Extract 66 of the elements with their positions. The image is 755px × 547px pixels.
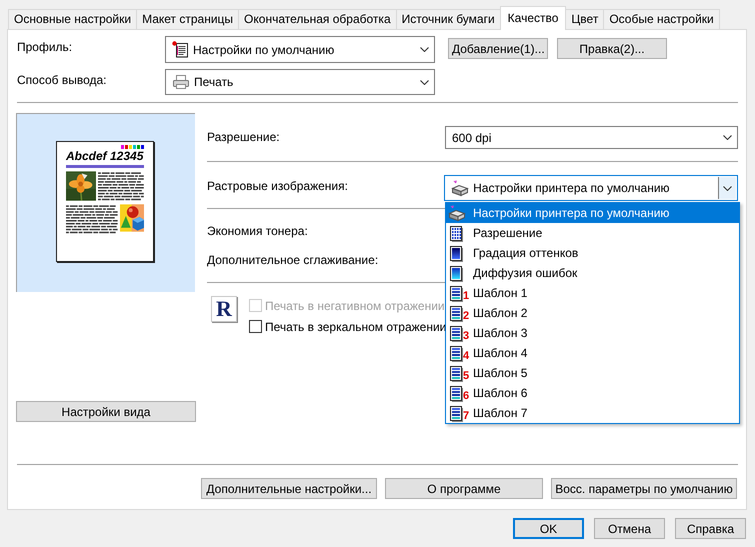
raster-dropdown[interactable]: Настройки принтера по умолчанию [444, 175, 738, 201]
dropdown-option[interactable]: 6 Шаблон 6 [446, 383, 739, 403]
text-lines-drawing [98, 171, 144, 201]
orientation-sample: R [211, 296, 237, 322]
gradient-icon [448, 244, 464, 262]
color-swatches-drawing [121, 145, 144, 149]
number-label: 4 [463, 350, 470, 362]
add-button[interactable]: Добавление(1)... [448, 38, 548, 59]
printer-icon [448, 204, 466, 222]
output-dropdown[interactable]: Печать [165, 69, 435, 95]
advanced-settings-button[interactable]: Дополнительные настройки... [201, 478, 377, 499]
dropdown-option[interactable]: Настройки принтера по умолчанию [446, 203, 739, 223]
document-icon [448, 284, 464, 302]
restore-defaults-button[interactable]: Восс. параметры по умолчанию [551, 478, 737, 499]
chevron-down-icon [723, 135, 732, 140]
dropdown-option[interactable]: 1 Шаблон 1 [446, 283, 739, 303]
checkbox[interactable] [249, 320, 262, 333]
document-icon [448, 324, 464, 342]
document-icon [448, 364, 464, 382]
number-label: 5 [463, 370, 470, 382]
chevron-down-icon [723, 186, 732, 190]
document-icon [448, 304, 464, 322]
edit-button[interactable]: Правка(2)... [557, 38, 667, 59]
cancel-button[interactable]: Отмена [594, 518, 665, 539]
field-label: Способ вывода: [17, 72, 108, 89]
gradient-icon [448, 264, 464, 282]
field-label: Растровые изображения: [207, 178, 349, 195]
printer-icon [451, 180, 470, 196]
document-icon [172, 41, 189, 58]
field-label: Дополнительное сглаживание: [207, 252, 380, 269]
sample-title: Abcdef 12345 [66, 149, 144, 164]
number-label: 2 [463, 310, 470, 322]
document-icon [448, 344, 464, 362]
field-label: Профиль: [17, 39, 74, 56]
tab[interactable]: Качество [500, 6, 566, 30]
text-lines-drawing [66, 204, 118, 234]
document-icon [448, 404, 464, 422]
about-button[interactable]: О программе [385, 478, 543, 499]
profile-dropdown[interactable]: Настройки по умолчанию [165, 36, 435, 63]
checkbox-label: Печать в зеркальном отражении [265, 320, 446, 334]
dropdown-option[interactable]: 2 Шаблон 2 [446, 303, 739, 323]
document-icon [448, 384, 464, 402]
tab[interactable]: Особые настройки [603, 9, 720, 29]
checkbox-label: Печать в негативном отражении [265, 298, 445, 312]
view-settings-button[interactable]: Настройки вида [16, 401, 196, 422]
field-label: Разрешение: [207, 129, 281, 146]
grid-icon [448, 224, 464, 242]
dropdown-option[interactable]: Градация оттенков [446, 243, 739, 263]
dropdown-option[interactable]: 4 Шаблон 4 [446, 343, 739, 363]
ok-button[interactable]: OK [513, 518, 584, 539]
number-label: 6 [463, 390, 470, 402]
dropdown-option[interactable]: Разрешение [446, 223, 739, 243]
printer-icon [172, 74, 190, 90]
number-label: 1 [463, 290, 470, 302]
chevron-down-icon [420, 47, 429, 52]
number-label: 7 [463, 410, 470, 422]
dropdown-option[interactable]: Диффузия ошибок [446, 263, 739, 283]
tab[interactable]: Основные настройки [8, 9, 138, 29]
dropdown-option[interactable]: 5 Шаблон 5 [446, 363, 739, 383]
help-button[interactable]: Справка [675, 518, 746, 539]
field-label: Экономия тонера: [207, 223, 309, 240]
dropdown-option[interactable]: 7 Шаблон 7 [446, 403, 739, 423]
resolution-dropdown[interactable]: 600 dpi [445, 126, 738, 149]
dropdown-option[interactable]: 3 Шаблон 3 [446, 323, 739, 343]
number-label: 3 [463, 330, 470, 342]
chevron-down-icon [420, 80, 429, 84]
